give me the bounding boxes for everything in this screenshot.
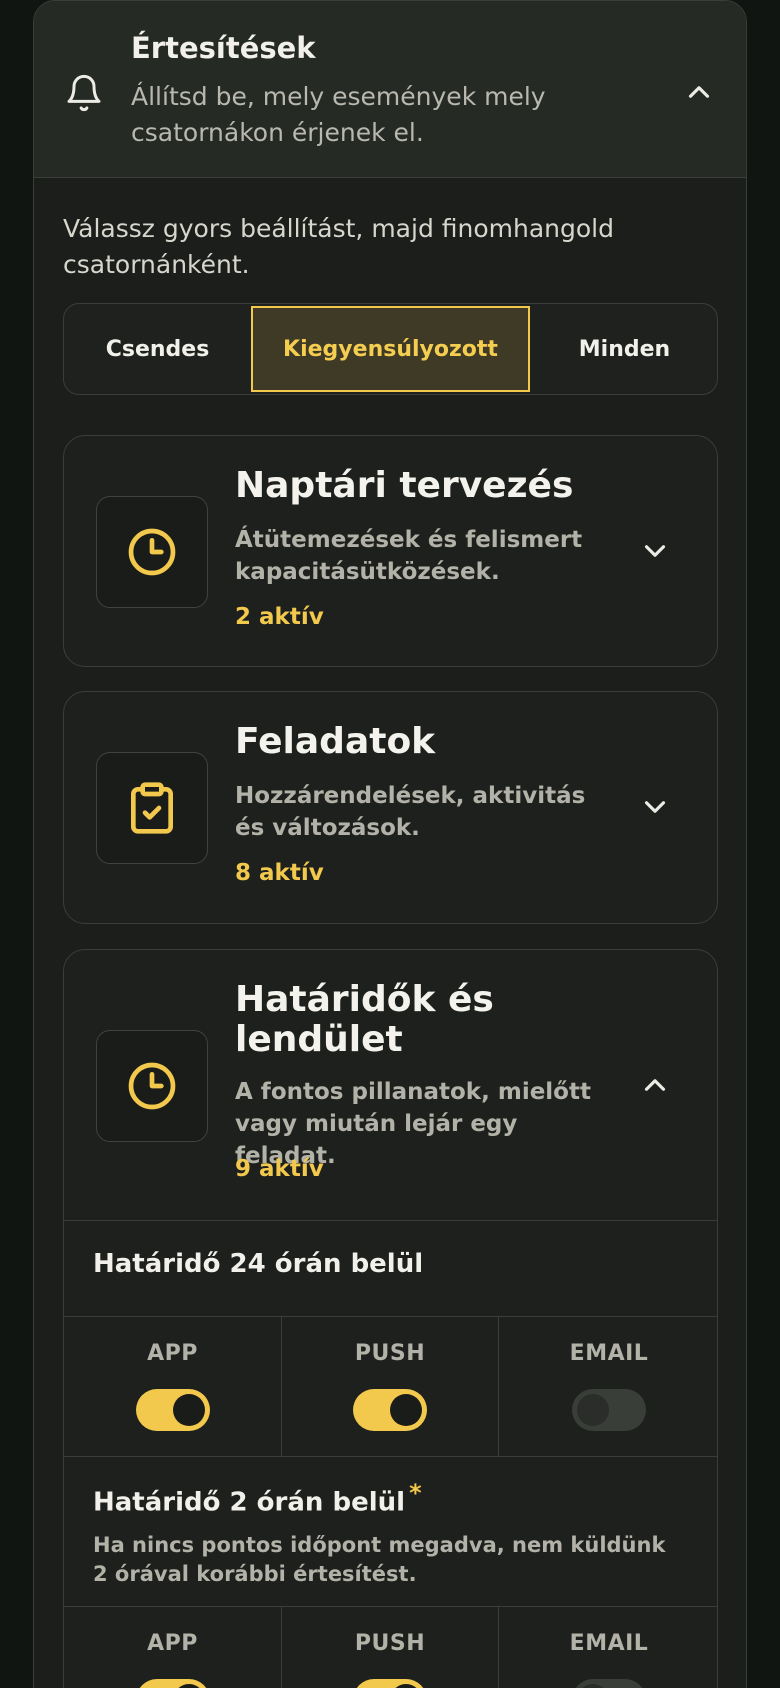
preset-quiet-button[interactable]: Csendes [64, 304, 251, 394]
intro-text: Válassz gyors beállítást, majd finomhang… [63, 214, 614, 279]
toggle-knob [577, 1684, 609, 1688]
category-icon-box [96, 752, 208, 864]
channel-app: APP [64, 1607, 281, 1688]
bell-icon [67, 74, 101, 112]
category-title: Feladatok [235, 721, 436, 762]
rule-title: Határidő 24 órán belül [93, 1249, 424, 1279]
clipboard-check-icon [131, 782, 174, 834]
category-icon-box [96, 496, 208, 608]
toggle-knob [390, 1394, 422, 1426]
chevron-up-icon[interactable] [682, 75, 716, 109]
preset-balanced-button[interactable]: Kiegyensúlyozott [251, 306, 530, 392]
push-toggle[interactable] [353, 1679, 427, 1688]
app-toggle[interactable] [135, 1679, 210, 1688]
channel-app: APP [64, 1317, 281, 1456]
channel-row: APP PUSH EMAIL [64, 1606, 717, 1688]
category-active-count: 9 aktív [235, 1156, 324, 1182]
channel-push: PUSH [281, 1607, 498, 1688]
page-subtitle: Állítsd be, mely események mely csatorná… [131, 82, 546, 147]
toggle-knob [390, 1684, 422, 1688]
rule-title: Határidő 2 órán belül * [93, 1479, 422, 1518]
channel-label: EMAIL [569, 1341, 649, 1366]
deadline-rule-2h: Határidő 2 órán belül * Ha nincs pontos i… [64, 1456, 717, 1606]
channel-email: EMAIL [498, 1607, 717, 1688]
channel-label: PUSH [354, 1341, 426, 1366]
app-toggle[interactable] [135, 1389, 210, 1431]
email-toggle[interactable] [572, 1389, 646, 1431]
channel-row: APP PUSH EMAIL [64, 1316, 717, 1456]
preset-selector: Csendes Kiegyensúlyozott Minden [63, 303, 718, 395]
channel-label: EMAIL [569, 1631, 649, 1656]
push-toggle[interactable] [353, 1389, 427, 1431]
category-title: Naptári tervezés [235, 465, 574, 506]
channel-label: PUSH [354, 1631, 426, 1656]
category-icon-box [96, 1030, 208, 1142]
chevron-up-icon[interactable] [638, 1068, 672, 1102]
preset-all-button[interactable]: Minden [530, 304, 719, 394]
chevron-down-icon[interactable] [638, 790, 672, 824]
channel-email: EMAIL [498, 1317, 717, 1456]
email-toggle[interactable] [572, 1679, 646, 1688]
channel-push: PUSH [281, 1317, 498, 1456]
category-description: Hozzárendelések, aktivitás és változások… [235, 783, 586, 841]
required-marker: * [409, 1479, 422, 1507]
page-title: Értesítések [131, 31, 316, 65]
toggle-knob [577, 1394, 609, 1426]
category-active-count: 8 aktív [235, 860, 324, 886]
rule-note: Ha nincs pontos időpont megadva, nem kül… [93, 1533, 666, 1586]
category-active-count: 2 aktív [235, 604, 324, 630]
toggle-knob [172, 1684, 205, 1688]
clock-icon [128, 1062, 176, 1110]
channel-label: APP [147, 1631, 198, 1656]
category-title: Határidők és lendület [235, 979, 494, 1060]
category-description: Átütemezések és felismert kapacitásütköz… [235, 527, 583, 585]
category-card-calendar[interactable]: Naptári tervezés Átütemezések és felisme… [63, 435, 718, 667]
deadline-rule-24h: Határidő 24 órán belül [64, 1220, 717, 1316]
category-card-tasks[interactable]: Feladatok Hozzárendelések, aktivitás és … [63, 691, 718, 924]
notifications-header[interactable]: Értesítések Állítsd be, mely események m… [34, 1, 746, 178]
toggle-knob [172, 1394, 205, 1426]
clock-icon [128, 528, 176, 576]
channel-label: APP [147, 1341, 198, 1366]
notifications-panel: Értesítések Állítsd be, mely események m… [33, 0, 747, 1688]
chevron-down-icon[interactable] [638, 534, 672, 568]
category-card-deadlines: Határidők és lendület A fontos pillanato… [63, 949, 718, 1688]
